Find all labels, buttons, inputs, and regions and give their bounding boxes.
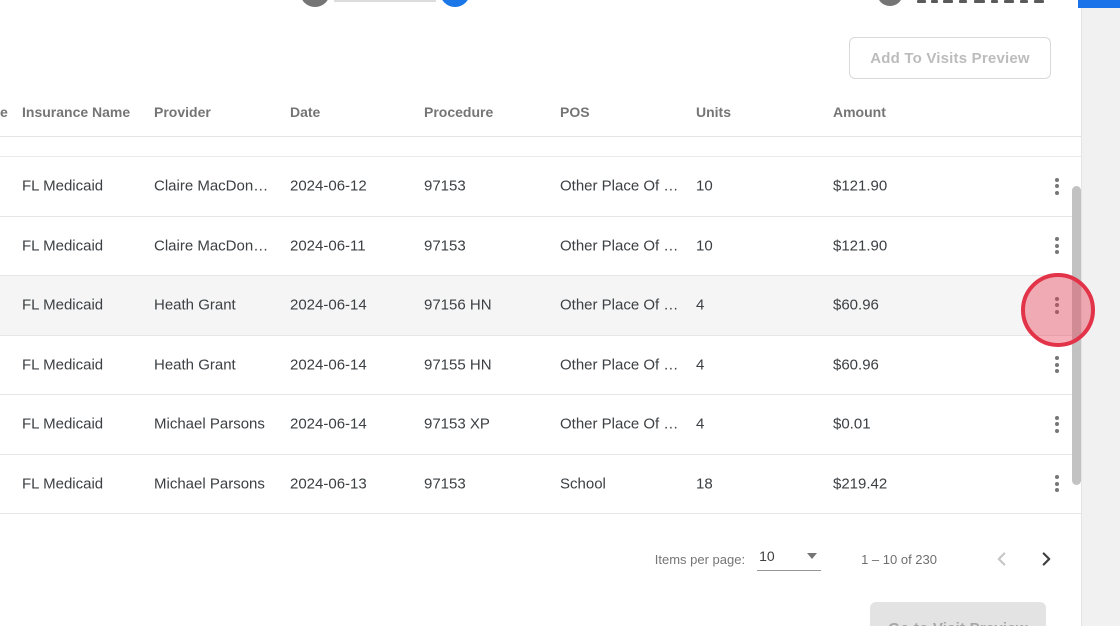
cell-date: 2024-06-14: [290, 416, 367, 433]
cell-insurance: FL Medicaid: [22, 297, 103, 314]
cell-insurance: FL Medicaid: [22, 475, 103, 492]
paginator: Items per page: 10 1 – 10 of 230: [0, 538, 1081, 580]
cell-pos: Other Place Of …: [560, 416, 678, 433]
cell-amount: $0.01: [833, 416, 871, 433]
cell-amount: $121.90: [833, 237, 887, 254]
cell-amount: $121.90: [833, 178, 887, 195]
cell-provider: Michael Parsons: [154, 475, 265, 492]
cell-provider: Claire MacDon…: [154, 237, 268, 254]
cell-units: 10: [696, 178, 713, 195]
cell-date: 2024-06-14: [290, 297, 367, 314]
row-menu-kebab-icon[interactable]: [1043, 232, 1071, 260]
chevron-right-icon: [1035, 548, 1057, 570]
scrolled-row-sliver: [0, 137, 1081, 157]
claims-table-page: Add To Visits Preview e Insurance Name P…: [0, 0, 1120, 626]
cell-pos: Other Place Of …: [560, 356, 678, 373]
cell-insurance: FL Medicaid: [22, 237, 103, 254]
next-page-button[interactable]: [1033, 546, 1059, 572]
add-to-visits-preview-button[interactable]: Add To Visits Preview: [849, 37, 1051, 79]
go-to-visit-preview-button[interactable]: Go to Visit Preview: [870, 602, 1046, 626]
column-header-cutoff: e: [0, 104, 8, 120]
cell-units: 4: [696, 356, 704, 373]
cell-insurance: FL Medicaid: [22, 356, 103, 373]
column-header-procedure: Procedure: [424, 104, 493, 120]
stepper-active-step-icon: [440, 0, 470, 7]
cell-units: 4: [696, 416, 704, 433]
side-panel-blue-bar: [1078, 0, 1120, 8]
cell-pos: Other Place Of …: [560, 178, 678, 195]
table-body: FL Medicaid Claire MacDon… 2024-06-12 97…: [0, 157, 1081, 514]
cell-procedure: 97153 XP: [424, 416, 490, 433]
table-row[interactable]: FL Medicaid Claire MacDon… 2024-06-12 97…: [0, 157, 1081, 217]
cell-insurance: FL Medicaid: [22, 416, 103, 433]
chevron-left-icon: [991, 548, 1013, 570]
table-row[interactable]: FL Medicaid Claire MacDon… 2024-06-11 97…: [0, 217, 1081, 277]
column-header-units: Units: [696, 104, 731, 120]
cell-provider: Heath Grant: [154, 297, 236, 314]
table-row-highlighted[interactable]: FL Medicaid Heath Grant 2024-06-14 97156…: [0, 276, 1081, 336]
cell-units: 18: [696, 475, 713, 492]
column-header-amount: Amount: [833, 104, 886, 120]
cell-amount: $60.96: [833, 356, 879, 373]
annotation-highlight-circle: [1021, 273, 1095, 347]
cell-procedure: 97155 HN: [424, 356, 492, 373]
cell-provider: Claire MacDon…: [154, 178, 268, 195]
cell-units: 10: [696, 237, 713, 254]
cell-procedure: 97156 HN: [424, 297, 492, 314]
column-header-provider: Provider: [154, 104, 211, 120]
stepper-connector: [334, 0, 436, 2]
row-menu-kebab-icon[interactable]: [1043, 172, 1071, 200]
cell-amount: $60.96: [833, 297, 879, 314]
cell-pos: School: [560, 475, 606, 492]
column-header-date: Date: [290, 104, 320, 120]
table-header: e Insurance Name Provider Date Procedure…: [0, 90, 1081, 137]
caret-down-icon: [807, 553, 817, 559]
cell-provider: Michael Parsons: [154, 416, 265, 433]
cell-procedure: 97153: [424, 475, 466, 492]
cell-pos: Other Place Of …: [560, 297, 678, 314]
cell-date: 2024-06-13: [290, 475, 367, 492]
step-label-fragment: [917, 0, 1047, 5]
cell-date: 2024-06-12: [290, 178, 367, 195]
page-range-label: 1 – 10 of 230: [861, 552, 937, 567]
cell-units: 4: [696, 297, 704, 314]
cell-pos: Other Place Of …: [560, 237, 678, 254]
cell-date: 2024-06-14: [290, 356, 367, 373]
stepper-step-icon: [300, 0, 330, 7]
row-menu-kebab-icon[interactable]: [1043, 351, 1071, 379]
cell-date: 2024-06-11: [290, 237, 366, 254]
column-header-insurance: Insurance Name: [22, 104, 130, 120]
items-per-page-label: Items per page:: [655, 552, 745, 567]
table-row[interactable]: FL Medicaid Michael Parsons 2024-06-13 9…: [0, 455, 1081, 515]
cell-insurance: FL Medicaid: [22, 178, 103, 195]
table-row[interactable]: FL Medicaid Heath Grant 2024-06-14 97155…: [0, 336, 1081, 396]
cell-procedure: 97153: [424, 178, 466, 195]
previous-page-button[interactable]: [989, 546, 1015, 572]
column-header-pos: POS: [560, 104, 590, 120]
table-row[interactable]: FL Medicaid Michael Parsons 2024-06-14 9…: [0, 395, 1081, 455]
cell-procedure: 97153: [424, 237, 466, 254]
page-size-value: 10: [759, 548, 775, 564]
row-menu-kebab-icon[interactable]: [1043, 410, 1071, 438]
page-size-select[interactable]: 10: [757, 548, 821, 571]
cell-provider: Heath Grant: [154, 356, 236, 373]
stepper-step-icon: [877, 0, 903, 6]
row-menu-kebab-icon[interactable]: [1043, 470, 1071, 498]
cell-amount: $219.42: [833, 475, 887, 492]
